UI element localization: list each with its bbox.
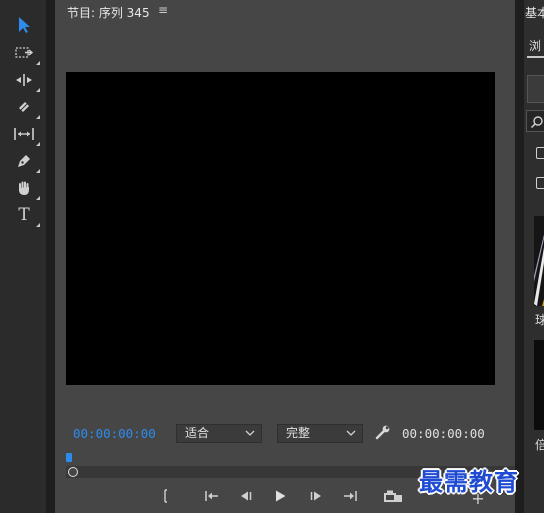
slip-icon xyxy=(13,127,35,141)
project-panel: 基本 浏 球 倍 xyxy=(524,0,544,513)
playback-resolution-select[interactable]: 完整 xyxy=(277,424,363,443)
program-monitor-panel: 节目: 序列 345 ≡ 00:00:00:00 适合 完整 00:00:00:… xyxy=(55,0,515,513)
track-select-icon xyxy=(14,46,34,60)
panel-title[interactable]: 基本 xyxy=(525,4,544,21)
zoom-level-value: 适合 xyxy=(185,426,210,440)
mark-in-button[interactable] xyxy=(156,488,176,506)
hand-icon xyxy=(16,180,32,196)
zoom-scroll-handle[interactable] xyxy=(68,467,78,477)
camera-icon xyxy=(383,488,403,507)
clip-name: 球 xyxy=(535,313,544,327)
clip-thumbnail[interactable] xyxy=(534,216,544,306)
panel-menu-icon[interactable]: ≡ xyxy=(158,3,168,17)
tool-flyout-indicator xyxy=(36,223,40,227)
tab-underline xyxy=(527,56,544,58)
hand-tool[interactable] xyxy=(11,176,40,200)
type-icon: T xyxy=(18,204,30,225)
play-button[interactable] xyxy=(270,488,290,506)
export-frame-button[interactable] xyxy=(383,488,403,506)
arrow-cursor-icon xyxy=(17,16,31,34)
ripple-edit-icon xyxy=(14,73,34,87)
play-icon xyxy=(273,488,287,507)
playhead-timecode[interactable]: 00:00:00:00 xyxy=(73,426,156,441)
wrench-icon[interactable] xyxy=(375,424,391,444)
duration-timecode: 00:00:00:00 xyxy=(402,426,485,441)
filter-checkbox[interactable] xyxy=(536,177,544,189)
filter-checkbox[interactable] xyxy=(536,147,544,159)
tools-panel: T xyxy=(0,0,46,513)
chevron-down-icon xyxy=(245,427,255,442)
panel-divider[interactable] xyxy=(515,0,524,513)
thumbnail-image xyxy=(534,216,544,306)
tool-flyout-indicator xyxy=(36,88,40,92)
panel-divider[interactable] xyxy=(46,0,55,513)
step-forward-icon xyxy=(309,488,323,507)
go-to-in-icon xyxy=(204,488,220,507)
chevron-down-icon xyxy=(346,427,356,442)
go-to-out-button[interactable] xyxy=(340,488,360,506)
razor-icon xyxy=(16,99,32,115)
selection-tool[interactable] xyxy=(11,13,37,37)
step-back-button[interactable] xyxy=(236,488,256,506)
tool-flyout-indicator xyxy=(36,61,40,65)
video-preview[interactable] xyxy=(66,72,495,385)
project-dropdown[interactable] xyxy=(527,75,544,103)
step-back-icon xyxy=(239,488,253,507)
tool-flyout-indicator xyxy=(36,169,40,173)
pen-icon xyxy=(16,153,32,169)
razor-tool[interactable] xyxy=(11,95,40,119)
step-forward-button[interactable] xyxy=(306,488,326,506)
watermark-logo: 最需教育 xyxy=(419,467,519,496)
mark-in-icon xyxy=(161,488,171,507)
search-input[interactable] xyxy=(526,110,544,132)
ripple-edit-tool[interactable] xyxy=(11,68,40,92)
tool-flyout-indicator xyxy=(36,142,40,146)
playhead-marker[interactable] xyxy=(66,453,72,462)
go-to-in-button[interactable] xyxy=(202,488,222,506)
tool-flyout-indicator xyxy=(36,196,40,200)
slip-tool[interactable] xyxy=(11,122,40,146)
tool-flyout-indicator xyxy=(36,115,40,119)
zoom-level-select[interactable]: 适合 xyxy=(176,424,262,443)
track-select-tool[interactable] xyxy=(11,41,40,65)
search-icon xyxy=(530,114,544,133)
tab-browse[interactable]: 浏 xyxy=(529,37,541,54)
clip-thumbnail[interactable] xyxy=(534,340,544,430)
pen-tool[interactable] xyxy=(11,149,40,173)
type-tool[interactable]: T xyxy=(11,203,40,227)
playback-resolution-value: 完整 xyxy=(286,426,311,440)
panel-title[interactable]: 节目: 序列 345 xyxy=(67,4,150,21)
clip-name: 倍 xyxy=(535,438,544,452)
go-to-out-icon xyxy=(342,488,358,507)
